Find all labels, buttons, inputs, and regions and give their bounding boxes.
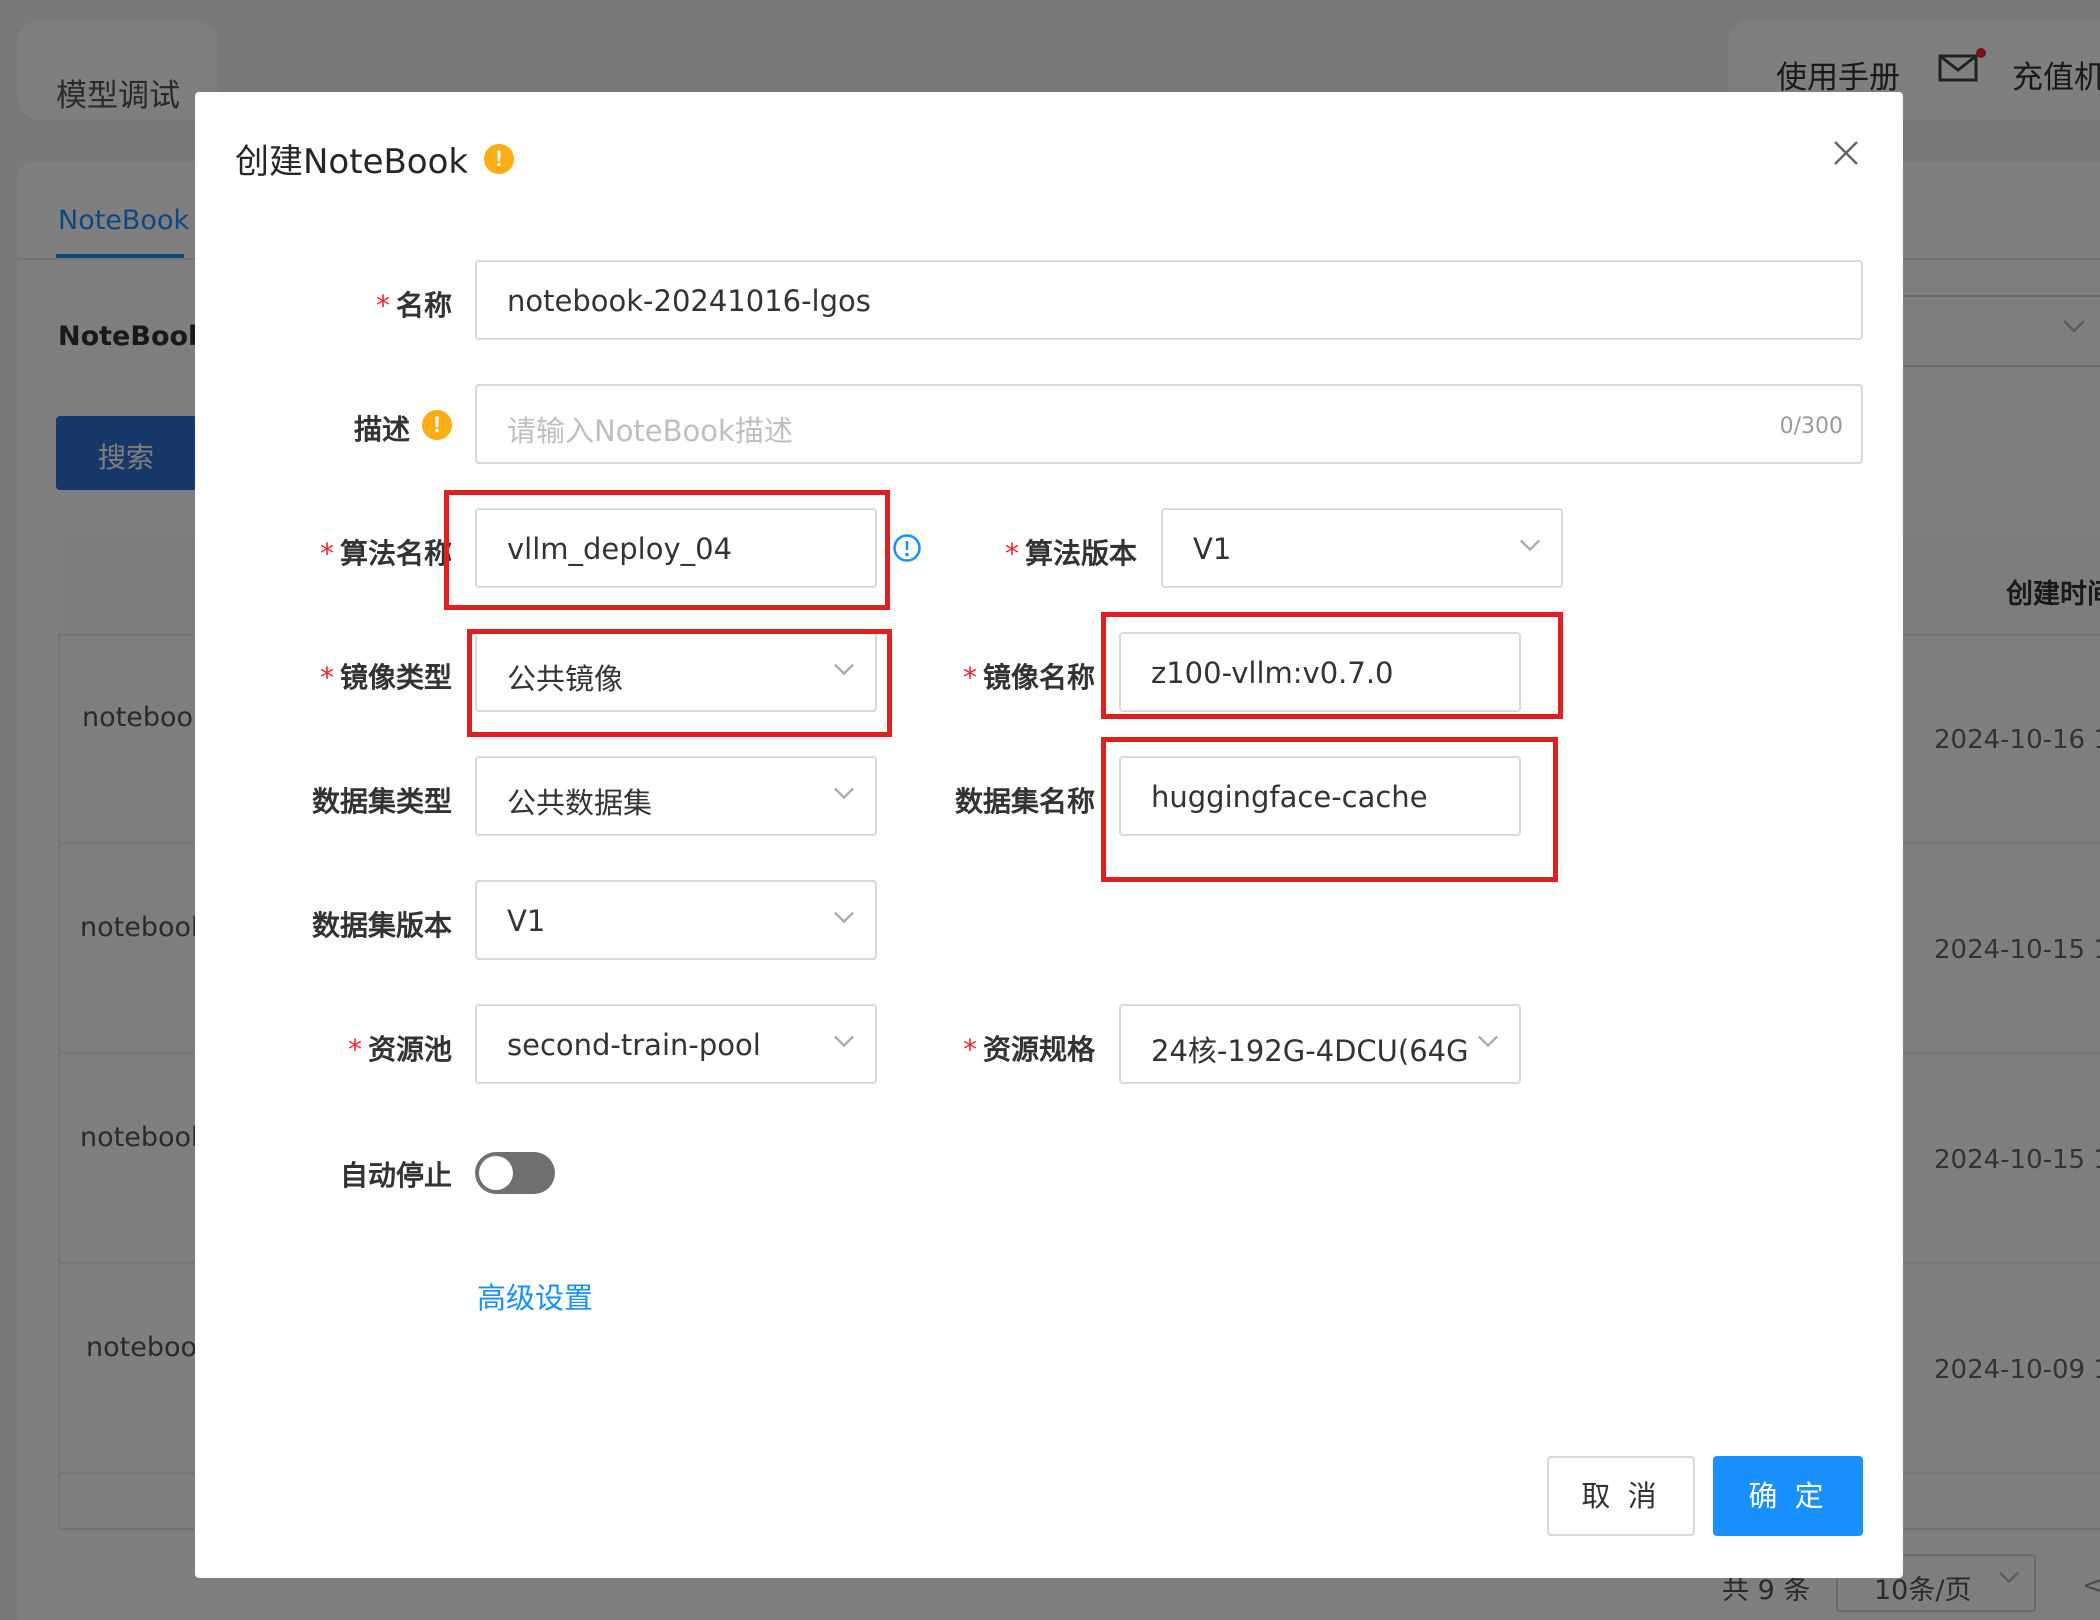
name-input-value: notebook-20241016-lgos xyxy=(507,284,871,318)
algorithm-version-select[interactable]: V1 xyxy=(1161,508,1563,588)
required-mark: * xyxy=(962,1033,977,1066)
description-input[interactable]: 请输入NoteBook描述 0/300 xyxy=(475,384,1863,464)
dataset-type-value: 公共数据集 xyxy=(507,786,653,820)
highlight-box xyxy=(1101,737,1558,882)
auto-stop-label: 自动停止 xyxy=(339,1159,452,1192)
chevron-down-icon xyxy=(834,1035,854,1048)
dataset-version-value: V1 xyxy=(507,904,546,938)
resource-pool-value: second-train-pool xyxy=(507,1028,761,1062)
dataset-version-select[interactable]: V1 xyxy=(475,880,877,960)
highlight-box xyxy=(467,629,892,737)
modal-title-text: 创建NoteBook xyxy=(235,142,469,182)
highlight-box xyxy=(444,490,890,610)
dataset-version-label: 数据集版本 xyxy=(311,909,452,942)
chevron-down-icon xyxy=(1520,539,1540,552)
character-counter: 0/300 xyxy=(1779,414,1843,439)
resource-pool-select[interactable]: second-train-pool xyxy=(475,1004,877,1084)
modal-title: 创建NoteBook xyxy=(235,134,468,183)
chevron-down-icon xyxy=(834,787,854,800)
chevron-down-icon xyxy=(834,911,854,924)
required-mark: * xyxy=(375,289,390,322)
auto-stop-toggle[interactable] xyxy=(475,1152,555,1194)
algorithm-name-label: * 算法名称 xyxy=(319,537,452,570)
resource-spec-value: 24核-192G-4DCU(64GB xyxy=(1151,1034,1471,1068)
required-mark: * xyxy=(319,661,334,694)
warning-icon: ! xyxy=(422,410,452,440)
required-mark: * xyxy=(319,537,334,570)
advanced-settings-link[interactable]: 高级设置 xyxy=(477,1275,593,1317)
required-mark: * xyxy=(1004,537,1019,570)
image-name-label: * 镜像名称 xyxy=(962,661,1095,694)
warning-icon: ! xyxy=(484,144,514,174)
highlight-box xyxy=(1101,612,1563,719)
dataset-name-label: 数据集名称 xyxy=(954,785,1095,818)
description-label: 描述 xyxy=(353,413,410,446)
description-placeholder: 请输入NoteBook描述 xyxy=(507,414,793,448)
close-icon[interactable] xyxy=(1831,138,1861,168)
name-input[interactable]: notebook-20241016-lgos xyxy=(475,260,1863,340)
resource-spec-select[interactable]: 24核-192G-4DCU(64GB xyxy=(1119,1004,1521,1084)
resource-spec-label: * 资源规格 xyxy=(962,1033,1095,1066)
create-notebook-modal: 创建NoteBook ! * 名称 notebook-20241016-lgos … xyxy=(195,92,1903,1578)
resource-pool-label: * 资源池 xyxy=(347,1033,452,1066)
chevron-down-icon xyxy=(1478,1035,1498,1048)
required-mark: * xyxy=(347,1033,362,1066)
cancel-button[interactable]: 取 消 xyxy=(1547,1456,1695,1536)
dataset-type-label: 数据集类型 xyxy=(311,785,452,818)
info-icon[interactable] xyxy=(892,533,922,563)
name-label: * 名称 xyxy=(375,289,452,322)
confirm-button[interactable]: 确 定 xyxy=(1713,1456,1863,1536)
algorithm-version-label: * 算法版本 xyxy=(1004,537,1137,570)
required-mark: * xyxy=(962,661,977,694)
algorithm-version-value: V1 xyxy=(1193,532,1232,566)
image-type-label: * 镜像类型 xyxy=(319,661,452,694)
toggle-knob xyxy=(479,1156,513,1190)
dataset-type-select[interactable]: 公共数据集 xyxy=(475,756,877,836)
